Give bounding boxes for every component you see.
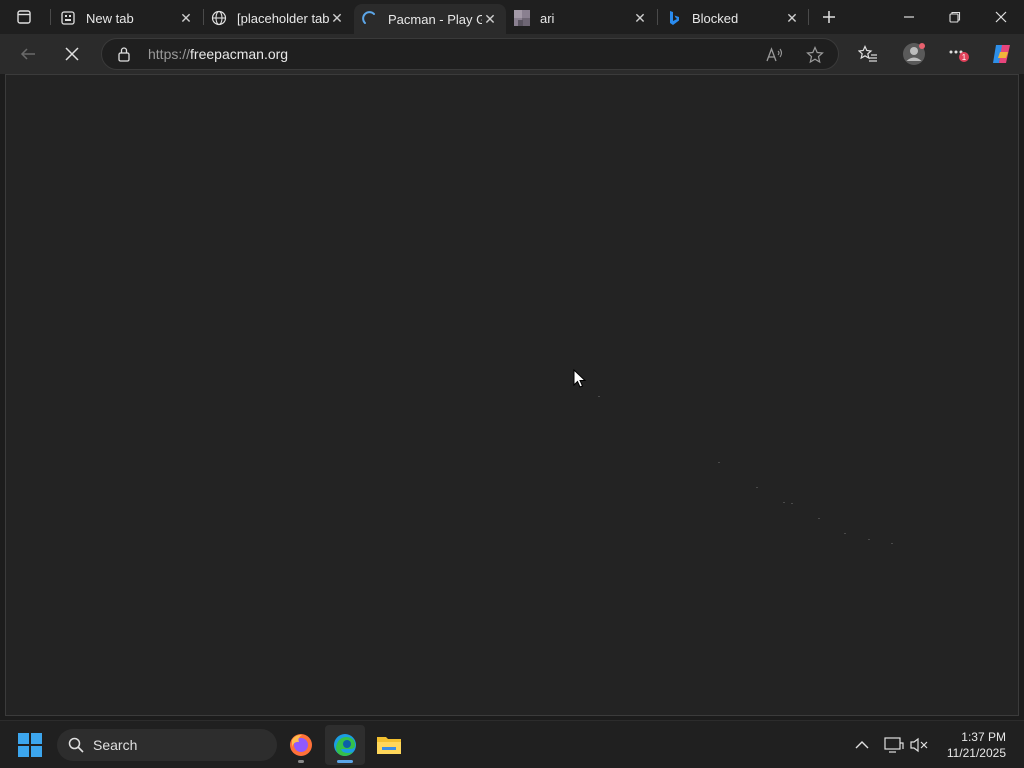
clock-time: 1:37 PM <box>961 730 1006 744</box>
tab-title: [placeholder tab title] <box>237 10 329 26</box>
close-tab-icon[interactable]: ✕ <box>632 10 648 26</box>
minimize-icon <box>904 16 914 18</box>
loading-spinner-icon <box>362 11 378 27</box>
volume-button[interactable] <box>908 735 930 755</box>
globe-icon <box>211 10 227 26</box>
tab-separator <box>50 9 51 25</box>
favorite-star-icon[interactable] <box>806 46 824 64</box>
mouse-cursor-icon <box>573 369 587 388</box>
lock-icon[interactable] <box>116 46 132 62</box>
restore-button[interactable] <box>932 0 978 34</box>
new-tab-icon <box>60 10 76 26</box>
chevron-up-icon <box>855 741 869 749</box>
page-viewport[interactable] <box>5 74 1019 716</box>
show-hidden-icons-button[interactable] <box>851 735 873 755</box>
image-thumbnail-icon <box>514 10 530 26</box>
close-window-button[interactable] <box>978 0 1024 34</box>
tab-title: Blocked <box>692 10 739 26</box>
clock-date: 11/21/2025 <box>946 746 1006 760</box>
favorites-button[interactable] <box>856 42 880 66</box>
notification-badge: 1 <box>962 53 967 62</box>
copilot-button[interactable] <box>990 42 1014 66</box>
start-button[interactable] <box>18 733 42 757</box>
tab-separator <box>808 9 809 25</box>
close-tab-icon[interactable]: ✕ <box>482 11 498 27</box>
back-arrow-icon <box>20 48 35 60</box>
tab-strip: New tab ✕ [placeholder tab title] ✕ Pacm… <box>0 0 1024 34</box>
avatar-icon <box>903 43 925 65</box>
search-icon <box>67 736 85 754</box>
settings-more-button[interactable]: 1 <box>946 42 970 66</box>
url-protocol: https:// <box>148 46 191 62</box>
active-indicator <box>337 760 353 763</box>
profile-button[interactable] <box>902 42 926 66</box>
system-clock[interactable]: 1:37 PM 11/21/2025 <box>947 729 1006 761</box>
read-aloud-icon[interactable] <box>766 46 784 64</box>
favorites-list-icon <box>858 45 877 62</box>
tab-placeholder[interactable]: [placeholder tab title] ✕ <box>203 4 353 32</box>
firefox-icon <box>290 734 312 756</box>
close-tab-icon[interactable]: ✕ <box>329 10 345 26</box>
restore-icon <box>949 11 961 23</box>
tab-title: Pacman - Play Ga <box>388 11 482 27</box>
close-tab-icon[interactable]: ✕ <box>784 10 800 26</box>
edge-taskbar-button[interactable] <box>325 725 365 765</box>
search-placeholder: Search <box>93 737 138 753</box>
file-explorer-taskbar-button[interactable] <box>369 725 409 765</box>
close-tab-icon[interactable]: ✕ <box>178 10 194 26</box>
tab-ari[interactable]: ari ✕ <box>506 4 656 32</box>
windows-taskbar: Search 1:37 PM 11/21/2025 <box>0 720 1024 768</box>
stop-loading-button[interactable] <box>58 40 86 68</box>
taskbar-search[interactable]: Search <box>57 729 277 761</box>
minimize-button[interactable] <box>886 0 932 34</box>
tab-blocked[interactable]: Blocked ✕ <box>658 4 808 32</box>
more-dots-icon: 1 <box>949 50 969 62</box>
tab-title: New tab <box>86 10 134 26</box>
address-bar[interactable]: https://freepacman.org <box>101 38 839 70</box>
tab-actions-button[interactable] <box>8 6 40 28</box>
back-button[interactable] <box>14 40 42 68</box>
url-host: freepacman.org <box>190 46 289 62</box>
running-indicator <box>298 760 304 763</box>
network-status-button[interactable] <box>883 735 905 755</box>
stop-x-icon <box>65 47 79 61</box>
tab-title: ari <box>540 10 555 26</box>
windows-logo-icon <box>18 733 42 757</box>
bing-icon <box>666 10 682 26</box>
close-icon <box>995 11 1007 23</box>
tab-actions-icon <box>17 10 31 24</box>
firefox-taskbar-button[interactable] <box>281 725 321 765</box>
plus-icon <box>823 11 835 23</box>
copilot-icon <box>993 45 1010 63</box>
tab-new-tab[interactable]: New tab ✕ <box>52 4 202 32</box>
browser-toolbar: https://freepacman.org 1 <box>0 34 1024 74</box>
tab-pacman[interactable]: Pacman - Play Ga ✕ <box>354 4 506 34</box>
new-tab-button[interactable] <box>818 6 840 28</box>
display-network-icon <box>884 737 904 753</box>
folder-icon <box>377 737 401 754</box>
edge-icon <box>334 734 356 756</box>
volume-muted-icon <box>910 737 928 753</box>
